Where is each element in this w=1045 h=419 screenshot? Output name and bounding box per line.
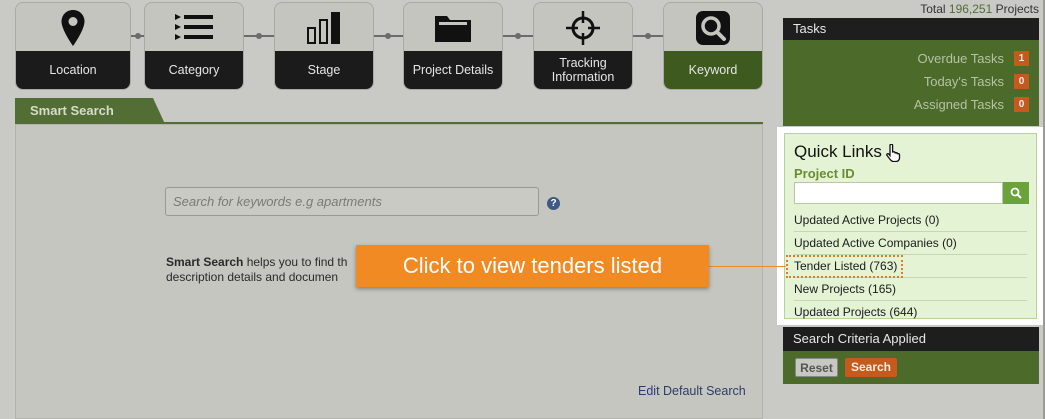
quick-link-updated-projects[interactable]: Updated Projects (644) bbox=[794, 301, 1027, 323]
step-tracking-information[interactable]: Tracking Information bbox=[533, 2, 633, 90]
search-icon bbox=[1010, 187, 1022, 199]
list-icon bbox=[145, 3, 243, 53]
help-icon[interactable]: ? bbox=[547, 197, 560, 210]
task-count-badge: 0 bbox=[1014, 74, 1029, 89]
step-connector bbox=[374, 33, 403, 39]
task-count-badge: 1 bbox=[1014, 51, 1029, 66]
task-assigned[interactable]: Assigned Tasks 0 bbox=[914, 97, 1029, 112]
step-location[interactable]: Location bbox=[15, 2, 131, 90]
tutorial-callout: Click to view tenders listed bbox=[356, 245, 709, 287]
bar-chart-icon bbox=[275, 3, 373, 53]
smart-search-tab[interactable]: Smart Search bbox=[15, 98, 165, 124]
quick-link-new-projects[interactable]: New Projects (165) bbox=[794, 278, 1027, 301]
quick-links-title: Quick Links bbox=[794, 142, 882, 161]
task-overdue[interactable]: Overdue Tasks 1 bbox=[918, 51, 1029, 66]
step-category[interactable]: Category bbox=[144, 2, 244, 90]
step-connector bbox=[633, 33, 663, 39]
crosshair-icon bbox=[534, 3, 632, 53]
step-label: Category bbox=[145, 51, 243, 89]
step-stage[interactable]: Stage bbox=[274, 2, 374, 90]
step-keyword[interactable]: Keyword bbox=[663, 2, 763, 90]
quick-links-panel: Quick Links Project ID Updated Active Pr… bbox=[784, 133, 1037, 319]
step-label: Location bbox=[16, 51, 130, 89]
project-id-input[interactable] bbox=[794, 182, 1003, 204]
step-label: Stage bbox=[275, 51, 373, 89]
edit-default-search-link[interactable]: Edit Default Search bbox=[638, 384, 746, 398]
task-today[interactable]: Today's Tasks 0 bbox=[924, 74, 1029, 89]
project-id-label: Project ID bbox=[794, 166, 855, 181]
tasks-header: Tasks bbox=[783, 18, 1039, 40]
tasks-panel: Tasks Overdue Tasks 1 Today's Tasks 0 Assi… bbox=[783, 18, 1039, 126]
folder-icon bbox=[404, 3, 502, 53]
project-id-search-button[interactable] bbox=[1003, 182, 1029, 204]
step-connector bbox=[131, 33, 144, 39]
step-connector bbox=[244, 33, 274, 39]
callout-connector bbox=[709, 266, 786, 267]
smart-search-description: Smart Search helps you to find th descrip… bbox=[166, 255, 348, 284]
reset-button[interactable]: Reset bbox=[795, 358, 838, 377]
quick-links-highlight: Quick Links Project ID Updated Active Pr… bbox=[777, 127, 1043, 325]
quick-link-updated-active-projects[interactable]: Updated Active Projects (0) bbox=[794, 209, 1027, 232]
task-count-badge: 0 bbox=[1014, 97, 1029, 112]
quick-link-updated-active-companies[interactable]: Updated Active Companies (0) bbox=[794, 232, 1027, 255]
tender-listed-highlight bbox=[786, 255, 903, 278]
search-button[interactable]: Search bbox=[845, 358, 897, 377]
search-criteria-header: Search Criteria Applied bbox=[783, 327, 1039, 351]
keyword-search-input[interactable]: Search for keywords e.g apartments bbox=[165, 187, 539, 216]
search-icon bbox=[664, 3, 762, 53]
map-pin-icon bbox=[16, 3, 130, 53]
step-label: Keyword bbox=[664, 51, 762, 89]
pointer-hand-icon bbox=[885, 143, 901, 167]
total-projects: Total 196,251 Projects bbox=[920, 2, 1039, 16]
step-project-details[interactable]: Project Details bbox=[403, 2, 503, 90]
step-label: Project Details bbox=[404, 51, 502, 89]
step-label: Tracking Information bbox=[534, 51, 632, 89]
total-count: 196,251 bbox=[948, 2, 993, 16]
step-connector bbox=[503, 33, 533, 39]
